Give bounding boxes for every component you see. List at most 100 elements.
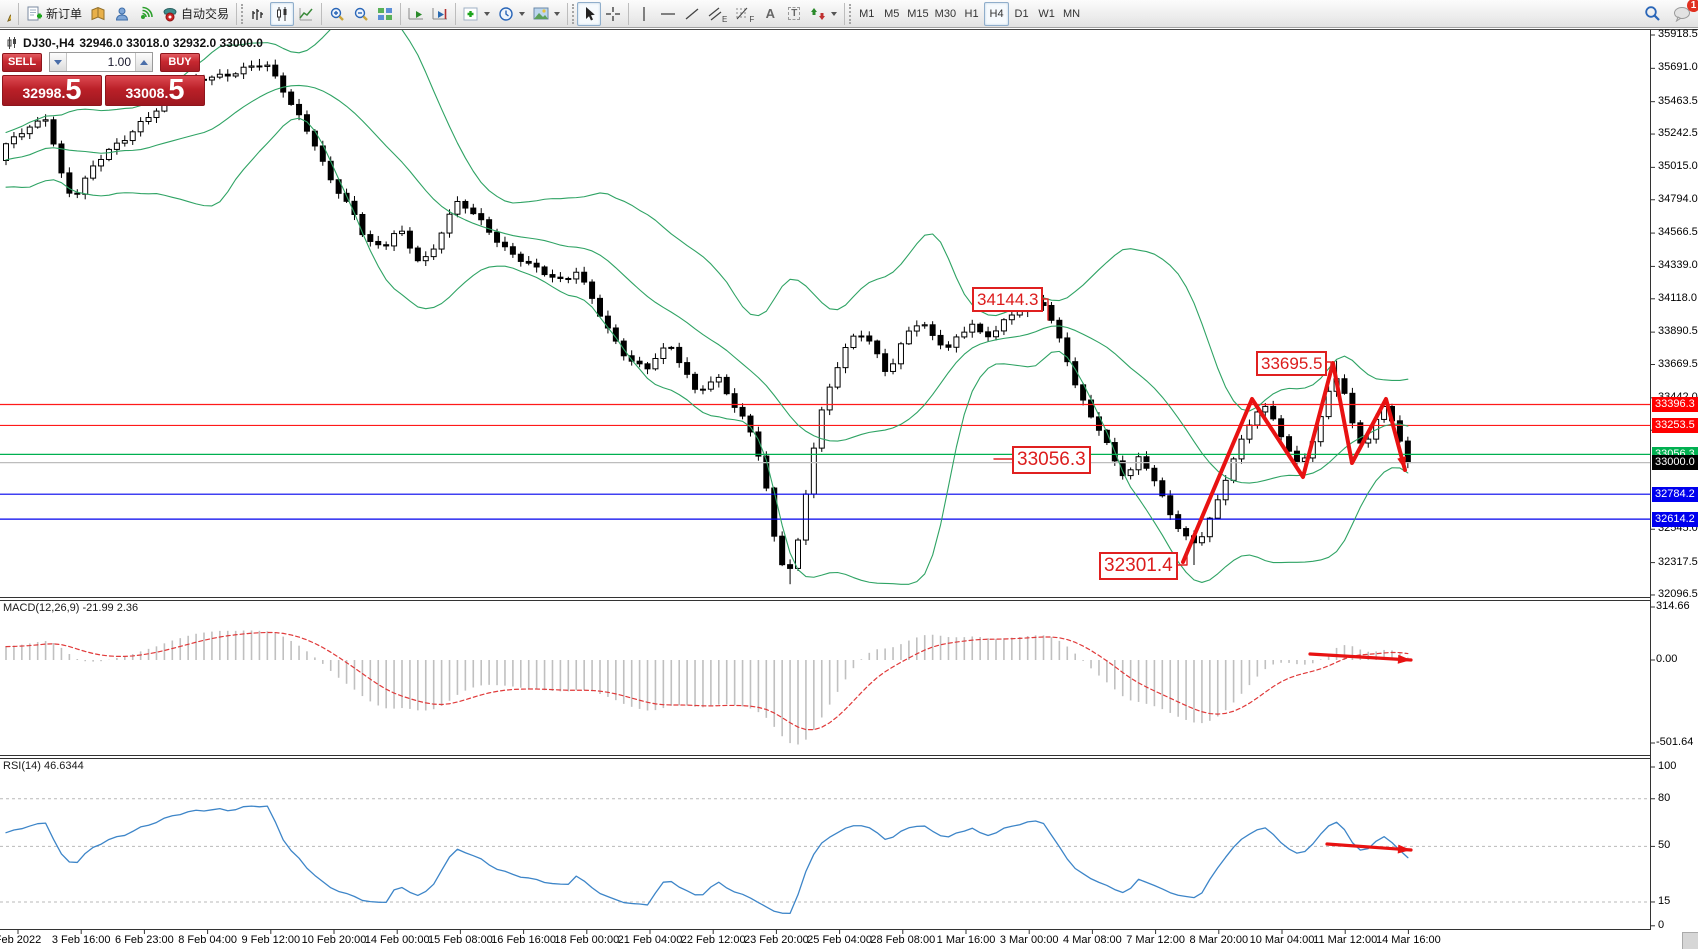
toolbar-grip[interactable] — [241, 4, 244, 24]
profile-icon — [90, 6, 106, 22]
price-annotation-tag[interactable]: 33695.5 — [1256, 351, 1327, 376]
date-axis-label: 4 Mar 08:00 — [1063, 934, 1122, 946]
resize-grip[interactable] — [1682, 932, 1698, 949]
text-button[interactable]: A — [758, 2, 782, 26]
rsi-axis-tick: 15 — [1658, 895, 1670, 907]
triangle-up-icon — [140, 60, 148, 65]
timeframe-button-m15[interactable]: M15 — [904, 2, 931, 26]
toolbar-right-group: 1 — [1640, 2, 1695, 26]
price-level-badge: 32614.2 — [1652, 512, 1698, 527]
channel-button[interactable]: E — [704, 2, 731, 26]
separator — [628, 3, 629, 25]
date-axis-label: 28 Feb 08:00 — [870, 934, 935, 946]
vertical-line-button[interactable] — [632, 2, 656, 26]
price-axis-tick: 34794.0 — [1658, 193, 1698, 205]
autotrading-label: 自动交易 — [181, 5, 229, 22]
separator — [321, 3, 322, 25]
date-axis-label: 18 Feb 00:00 — [554, 934, 619, 946]
zoom-in-button[interactable] — [325, 2, 349, 26]
arrows-button[interactable] — [806, 2, 841, 26]
zoom-out-button[interactable] — [349, 2, 373, 26]
search-button[interactable] — [1640, 2, 1665, 26]
partial-icon[interactable] — [3, 2, 15, 26]
fibonacci-button[interactable]: F — [731, 2, 758, 26]
main-price-pane[interactable] — [0, 7, 1650, 584]
autotrading-button[interactable]: 自动交易 — [158, 2, 233, 26]
timeframe-button-h1[interactable]: H1 — [959, 2, 984, 26]
toolbar-grip[interactable] — [572, 4, 575, 24]
tile-windows-button[interactable] — [373, 2, 397, 26]
timeframe-button-m1[interactable]: M1 — [854, 2, 879, 26]
bar-chart-button[interactable] — [246, 2, 270, 26]
timeframe-button-w1[interactable]: W1 — [1034, 2, 1059, 26]
price-annotation-tag[interactable]: 33056.3 — [1012, 446, 1091, 474]
periods-button[interactable] — [494, 2, 529, 26]
volume-input[interactable] — [67, 53, 135, 71]
text-label-icon: T — [788, 7, 800, 20]
chevron-down-icon — [484, 12, 490, 16]
chart-header: DJ30-,H4 32946.0 33018.0 32932.0 33000.0 — [6, 36, 263, 50]
toolbar-grip[interactable] — [849, 4, 852, 24]
zoom-out-icon — [353, 6, 369, 22]
timeframe-button-h4[interactable]: H4 — [984, 2, 1009, 26]
timeframe-button-d1[interactable]: D1 — [1009, 2, 1034, 26]
new-order-button[interactable]: 新订单 — [22, 2, 86, 26]
timeframe-button-m5[interactable]: M5 — [879, 2, 904, 26]
indicators-button[interactable] — [459, 2, 494, 26]
trading-terminal-window: DJ30-,H4 32946.0 33018.0 32932.0 33000.0… — [0, 0, 1698, 949]
templates-button[interactable] — [529, 2, 564, 26]
clock-icon — [498, 6, 514, 22]
chart-shift-button[interactable] — [428, 2, 452, 26]
candlestick-symbol-icon — [6, 37, 18, 49]
candlestick-chart-button[interactable] — [270, 2, 294, 26]
pane-splitter-macd[interactable] — [0, 595, 1650, 602]
drawn-annotations[interactable] — [994, 299, 1411, 854]
timeframe-button-mn[interactable]: MN — [1059, 2, 1084, 26]
profile-button[interactable] — [86, 2, 110, 26]
candles — [4, 59, 1411, 584]
separator — [400, 3, 401, 25]
autotrading-icon — [162, 6, 178, 22]
cursor-button[interactable] — [577, 2, 601, 26]
crosshair-button[interactable] — [601, 2, 625, 26]
autoscroll-button[interactable] — [404, 2, 428, 26]
text-label-button[interactable]: T — [782, 2, 806, 26]
volume-increase-button[interactable] — [135, 53, 152, 71]
date-axis-label: 8 Mar 20:00 — [1189, 934, 1248, 946]
date-axis-label: 10 Feb 20:00 — [302, 934, 367, 946]
new-order-label: 新订单 — [46, 5, 82, 22]
sell-price-box[interactable]: 32998.5 — [2, 75, 102, 106]
chart-canvas[interactable] — [0, 0, 1698, 949]
price-axis-tick: 34118.0 — [1658, 292, 1697, 304]
sell-button[interactable]: SELL — [2, 53, 42, 72]
signals-button[interactable] — [134, 2, 158, 26]
line-chart-button[interactable] — [294, 2, 318, 26]
rsi-pane[interactable] — [0, 799, 1650, 914]
notifications-button[interactable]: 1 — [1669, 2, 1695, 26]
price-level-badge: 32784.2 — [1652, 487, 1698, 502]
volume-decrease-button[interactable] — [50, 53, 67, 71]
symbol-period-label: DJ30-,H4 — [23, 36, 74, 50]
price-annotation-tag[interactable]: 34144.3 — [972, 287, 1043, 312]
price-axis-tick: 34566.5 — [1658, 226, 1698, 238]
trendline-button[interactable] — [680, 2, 704, 26]
pane-splitter-rsi[interactable] — [0, 753, 1650, 760]
timeframe-button-m30[interactable]: M30 — [932, 2, 959, 26]
buy-price-box[interactable]: 33008.5 — [105, 75, 205, 106]
market-watch-button[interactable] — [110, 2, 134, 26]
date-axis-label: 14 Mar 16:00 — [1376, 934, 1441, 946]
one-click-trading-widget: SELL BUY 32998.5 33008.5 — [2, 52, 206, 106]
template-image-icon — [533, 6, 549, 22]
sell-price-main: 32998 — [23, 83, 62, 103]
horizontal-line-button[interactable] — [656, 2, 680, 26]
price-annotation-tag[interactable]: 32301.4 — [1099, 552, 1178, 580]
line-chart-icon — [298, 6, 314, 22]
price-level-badge: 33000.0 — [1652, 455, 1698, 470]
macd-pane[interactable] — [6, 630, 1408, 744]
buy-button[interactable]: BUY — [160, 53, 200, 72]
arrows-icon — [810, 6, 826, 22]
chart-shift-icon — [432, 6, 448, 22]
date-axis-label: 1 Mar 16:00 — [937, 934, 996, 946]
buy-price-main: 33008 — [126, 83, 165, 103]
indicators-icon — [463, 6, 479, 22]
